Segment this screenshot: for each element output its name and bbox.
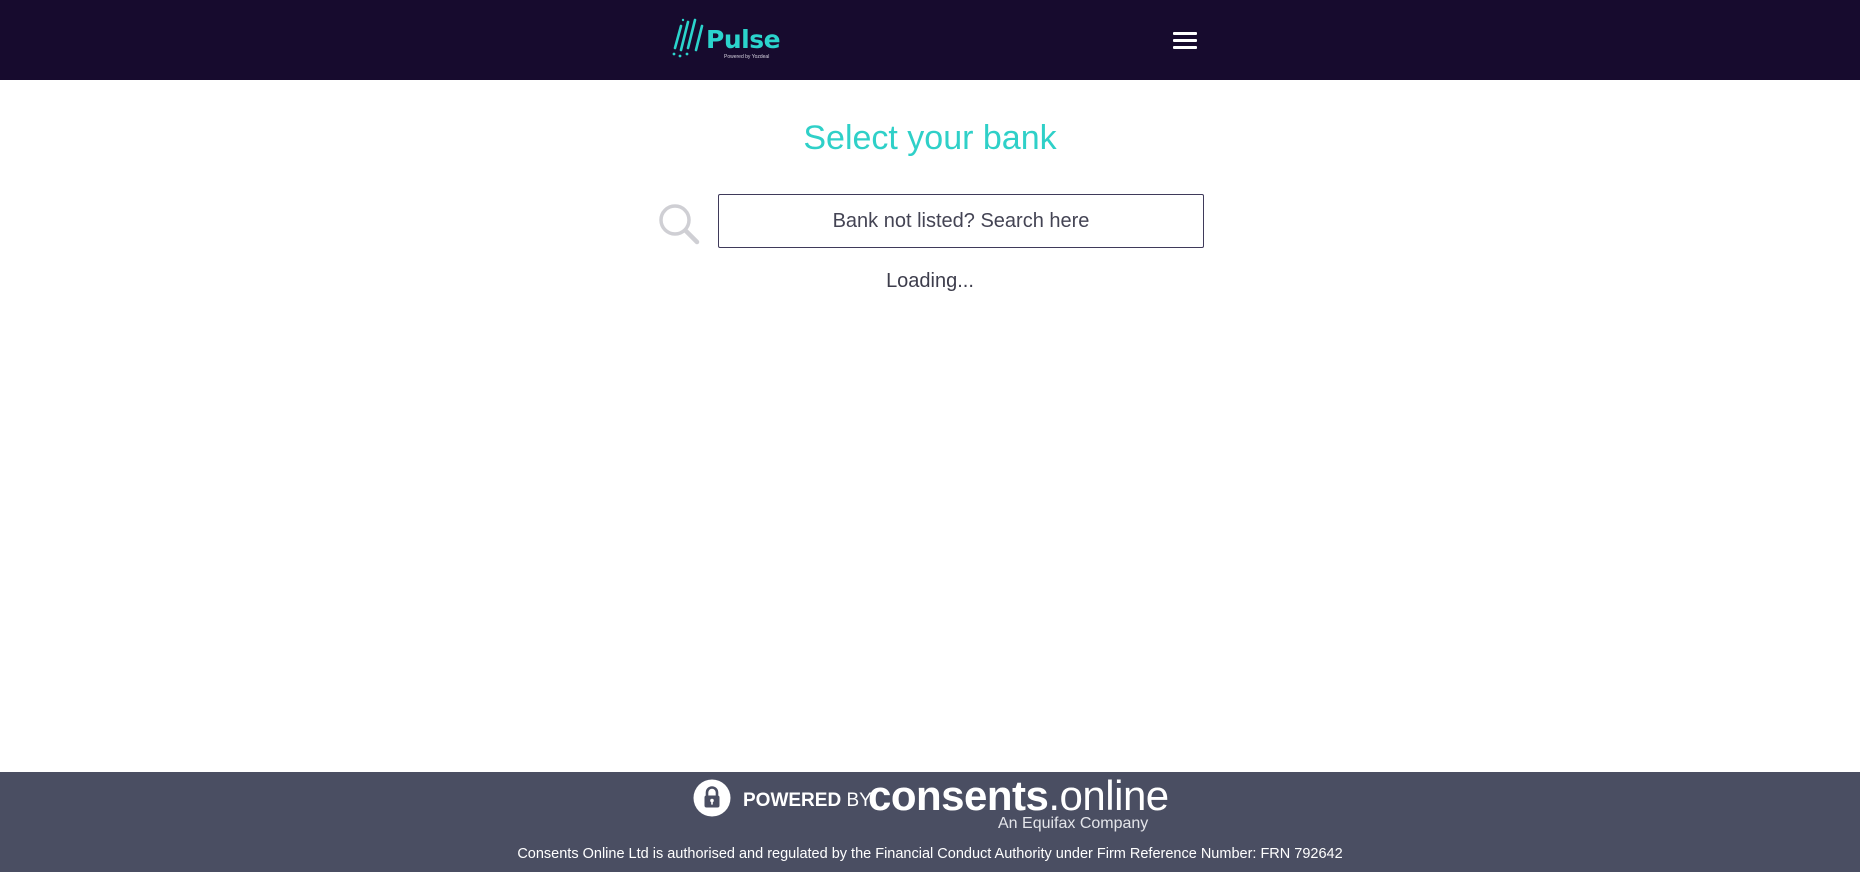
powered-by-bold: POWERED xyxy=(743,790,842,811)
search-icon xyxy=(659,204,700,245)
logo-wordmark: Pulse xyxy=(706,25,781,54)
pulse-slashes-icon xyxy=(672,18,704,58)
pulse-logo[interactable]: Pulse Powered by Yozdeal xyxy=(672,18,781,62)
consents-online-logo[interactable]: consents.online xyxy=(868,773,1169,819)
top-navigation-bar: Pulse Powered by Yozdeal xyxy=(0,0,1860,80)
page: Pulse Powered by Yozdeal Select your ban… xyxy=(0,0,1860,872)
loading-status: Loading... xyxy=(886,270,974,292)
brand-name-strong: consents xyxy=(868,772,1049,819)
padlock-icon xyxy=(693,779,731,817)
footer: POWERED BY consents.online An Equifax Co… xyxy=(0,772,1860,872)
hamburger-menu-button[interactable] xyxy=(1168,26,1202,54)
hamburger-menu-icon xyxy=(1173,32,1197,35)
brand-subtitle: An Equifax Company xyxy=(998,815,1149,832)
brand-name-light: .online xyxy=(1048,772,1169,819)
logo-tagline: Powered by Yozdeal xyxy=(724,54,770,60)
page-title: Select your bank xyxy=(803,119,1057,157)
bank-search-input[interactable] xyxy=(718,194,1204,248)
regulatory-notice: Consents Online Ltd is authorised and re… xyxy=(517,846,1343,862)
powered-by-label: POWERED BY xyxy=(743,789,872,813)
